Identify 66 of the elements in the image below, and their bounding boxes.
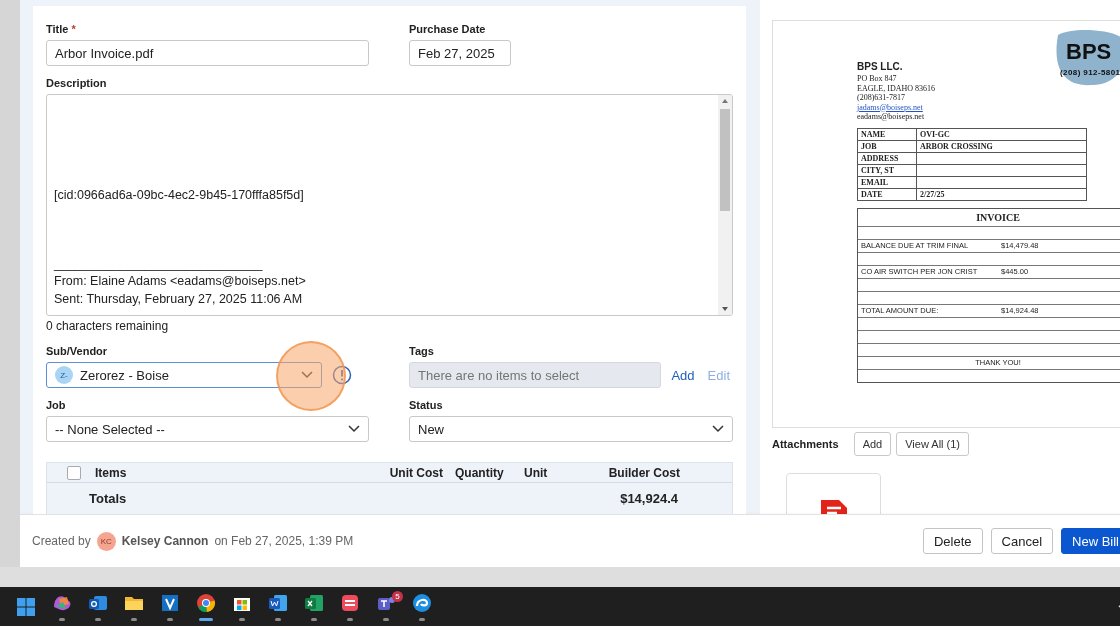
vendor-avatar: Z- xyxy=(55,366,73,384)
required-mark: * xyxy=(71,22,76,36)
field-label: Sub/Vendor xyxy=(46,344,108,358)
chevron-down-icon xyxy=(301,371,313,379)
address-line: PO Box 847 xyxy=(857,74,898,84)
swirl-app-icon[interactable] xyxy=(411,592,433,614)
title-input[interactable]: Arbor Invoice.pdf xyxy=(46,40,369,66)
primary-button[interactable]: New Bill xyxy=(1061,528,1120,555)
vendor-name: Zerorez - Boise xyxy=(80,367,169,383)
attachment-button[interactable]: View All (1) xyxy=(896,432,970,456)
field-label: Description xyxy=(46,76,107,90)
date-input[interactable]: Feb 27, 2025 xyxy=(409,40,511,66)
status-dropdown[interactable]: New xyxy=(409,416,733,442)
tag-action-link[interactable]: Add xyxy=(668,367,698,383)
warning-icon[interactable] xyxy=(332,365,352,385)
user-avatar: KC xyxy=(96,531,116,551)
totals-value: $14,924.4 xyxy=(619,491,679,506)
vendor-dropdown[interactable]: Z- Zerorez - Boise xyxy=(46,362,322,388)
column-header: Builder Cost xyxy=(607,465,681,480)
info-label: EMAIL xyxy=(857,176,917,188)
email-text: eadams@boiseps.net xyxy=(857,112,926,122)
column-header: Unit Cost xyxy=(388,465,444,480)
creator-name: Kelsey Cannon xyxy=(121,534,209,549)
field-label: Status xyxy=(409,398,443,412)
attachments-label: Attachments xyxy=(772,438,839,450)
browser-icon[interactable] xyxy=(195,592,217,614)
created-date: on Feb 27, 2025, 1:39 PM xyxy=(214,534,354,549)
totals-label: Totals xyxy=(89,491,128,506)
field-label: Job xyxy=(46,398,66,412)
created-by-label: Created by xyxy=(32,534,91,549)
field-label: Tags xyxy=(409,344,434,358)
spreadsheet-app-icon[interactable] xyxy=(303,592,325,614)
info-value: 2/27/25 xyxy=(916,188,1087,200)
description-text: [cid:0966ad6a-09bc-4ec2-9b45-170fffa85f5d] ______________________________ From: Elaine Adams <eadams@boiseps.net> Sent: Thursday, February 27, 2025 11:06 AM xyxy=(54,187,306,308)
invoice-heading: INVOICE xyxy=(976,211,1020,223)
info-value: ARBOR CROSSING xyxy=(916,140,1087,152)
chevron-down-icon xyxy=(712,425,724,433)
info-label: JOB xyxy=(857,140,917,152)
description-field[interactable]: [cid:0966ad6a-09bc-4ec2-9b45-170fffa85f5d] ______________________________ From: Elaine Adams <eadams@boiseps.net> Sent: Thursday, February 27, 2025 11:06 AM xyxy=(46,94,733,316)
info-label: ADDRESS xyxy=(857,152,917,164)
info-label: CITY, ST xyxy=(857,164,917,176)
attachment-button[interactable]: Add xyxy=(853,432,892,456)
address-line: (208)631-7817 xyxy=(857,93,906,103)
address-line: EAGLE, IDAHO 83616 xyxy=(857,83,936,93)
column-header: Unit xyxy=(523,465,549,480)
info-label: DATE xyxy=(857,188,917,200)
field-label: Title xyxy=(46,22,69,36)
document-app-icon[interactable] xyxy=(267,592,289,614)
attachment-thumbnail[interactable] xyxy=(786,473,881,515)
notification-badge: 5 xyxy=(392,591,403,602)
field-label: Purchase Date xyxy=(409,22,486,36)
characters-remaining: 0 characters remaining xyxy=(46,319,170,333)
email-link[interactable]: jadams@boiseps.net xyxy=(857,102,1120,112)
footer-button[interactable]: Delete xyxy=(923,528,983,555)
info-label: NAME xyxy=(857,128,917,140)
column-header: Quantity xyxy=(454,465,505,480)
company-name: BPS LLC. xyxy=(857,61,904,72)
v-shape-app-icon[interactable] xyxy=(159,592,181,614)
footer-button[interactable]: Cancel xyxy=(990,528,1054,555)
lines-app-icon[interactable] xyxy=(339,592,361,614)
select-all-checkbox[interactable] xyxy=(67,465,81,480)
info-value: OVI-GC xyxy=(916,128,1087,140)
chevron-down-icon xyxy=(348,425,360,433)
windows-logo-icon[interactable] xyxy=(15,595,37,618)
job-dropdown[interactable]: -- None Selected -- xyxy=(46,416,369,442)
column-header: Items xyxy=(94,465,128,480)
